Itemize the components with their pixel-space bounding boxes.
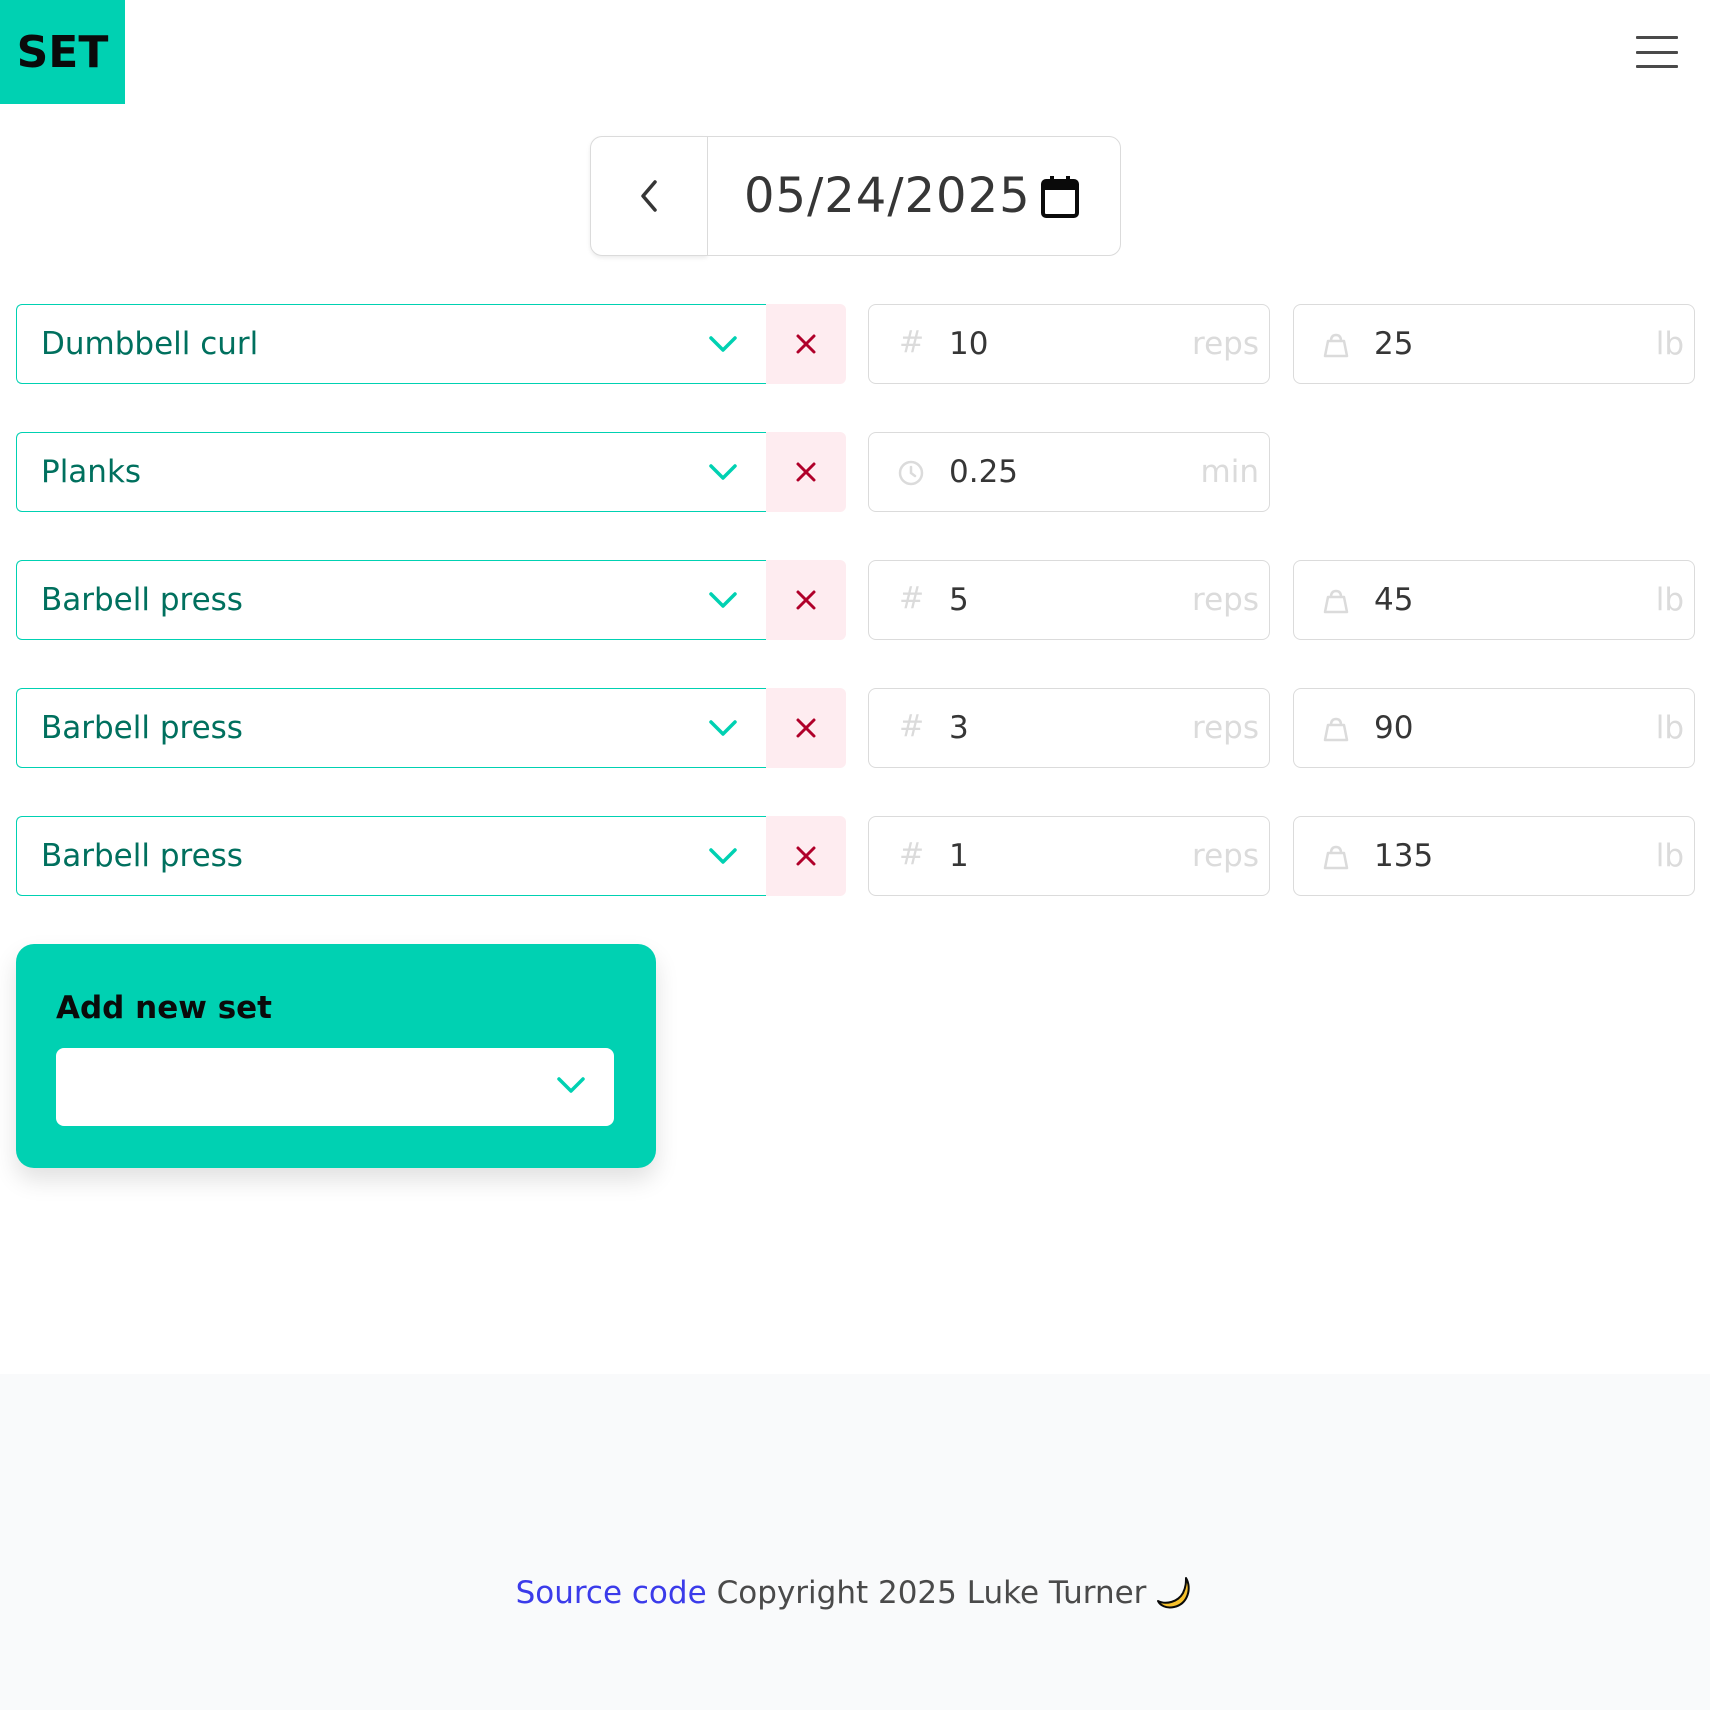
date-input[interactable]: 05/24/2025 (707, 136, 1121, 256)
weight-value: 135 (1374, 838, 1434, 874)
exercise-name: Barbell press (41, 838, 243, 874)
chevron-down-icon (709, 720, 737, 736)
chevron-down-icon (709, 336, 737, 352)
exercise-select[interactable]: Dumbbell curl (16, 304, 766, 384)
brand-logo[interactable]: SET (0, 0, 125, 104)
exercise-select[interactable]: Planks (16, 432, 766, 512)
duration-value: 0.25 (949, 454, 1019, 490)
set-row: Barbell press # 1 reps 135 lb (16, 816, 1696, 896)
exercise-name: Planks (41, 454, 142, 490)
reps-value: 10 (949, 326, 989, 362)
delete-set-button[interactable] (766, 688, 846, 768)
calendar-icon[interactable] (1040, 175, 1080, 219)
weight-value: 90 (1374, 710, 1414, 746)
chevron-down-icon (709, 464, 737, 480)
close-icon (796, 590, 816, 610)
reps-input[interactable]: # 3 reps (868, 688, 1270, 768)
previous-day-button[interactable] (590, 136, 707, 256)
reps-value: 5 (949, 582, 969, 618)
weight-icon (1323, 845, 1349, 870)
weight-icon (1323, 333, 1349, 358)
weight-input[interactable]: 45 lb (1293, 560, 1695, 640)
weight-input[interactable]: 25 lb (1293, 304, 1695, 384)
weight-input[interactable]: 135 lb (1293, 816, 1695, 896)
weight-icon (1323, 717, 1349, 742)
set-row: Dumbbell curl # 10 reps 25 lb (16, 304, 1696, 384)
weight-value: 25 (1374, 326, 1414, 362)
duration-input[interactable]: 0.25 min (868, 432, 1270, 512)
footer: Source code Copyright 2025 Luke Turner (0, 1374, 1710, 1710)
date-value: 05/24/2025 (744, 168, 1031, 224)
reps-unit: reps (1192, 710, 1259, 746)
reps-value: 1 (949, 838, 969, 874)
hash-icon: # (899, 709, 925, 744)
weight-value: 45 (1374, 582, 1414, 618)
reps-unit: reps (1192, 582, 1259, 618)
close-icon (796, 718, 816, 738)
clock-icon (898, 460, 924, 486)
weight-unit: lb (1655, 326, 1684, 362)
hash-icon: # (899, 325, 925, 360)
chevron-down-icon (709, 592, 737, 608)
chevron-down-icon (709, 848, 737, 864)
source-code-link[interactable]: Source code (516, 1575, 707, 1611)
moon-icon[interactable] (1156, 1574, 1194, 1612)
chevron-left-icon (641, 180, 657, 212)
delete-set-button[interactable] (766, 560, 846, 640)
exercise-name: Barbell press (41, 710, 243, 746)
hash-icon: # (899, 837, 925, 872)
reps-unit: reps (1192, 838, 1259, 874)
add-new-set-card: Add new set (16, 944, 656, 1168)
close-icon (796, 462, 816, 482)
weight-icon (1323, 589, 1349, 614)
set-row: Barbell press # 3 reps 90 lb (16, 688, 1696, 768)
copyright-text: Copyright 2025 Luke Turner (716, 1575, 1147, 1611)
weight-unit: lb (1655, 710, 1684, 746)
exercise-select[interactable]: Barbell press (16, 688, 766, 768)
weight-unit: lb (1655, 838, 1684, 874)
delete-set-button[interactable] (766, 432, 846, 512)
close-icon (796, 334, 816, 354)
exercise-select[interactable]: Barbell press (16, 816, 766, 896)
weight-input[interactable]: 90 lb (1293, 688, 1695, 768)
hash-icon: # (899, 581, 925, 616)
delete-set-button[interactable] (766, 816, 846, 896)
reps-input[interactable]: # 1 reps (868, 816, 1270, 896)
exercise-select[interactable]: Barbell press (16, 560, 766, 640)
exercise-name: Barbell press (41, 582, 243, 618)
set-row: Barbell press # 5 reps 45 lb (16, 560, 1696, 640)
add-new-set-title: Add new set (56, 990, 272, 1026)
hamburger-icon[interactable] (1636, 36, 1678, 68)
navbar: SET (0, 0, 1710, 104)
chevron-down-icon (557, 1077, 585, 1093)
delete-set-button[interactable] (766, 304, 846, 384)
reps-unit: reps (1192, 326, 1259, 362)
date-navigator: 05/24/2025 (590, 136, 1121, 256)
reps-input[interactable]: # 5 reps (868, 560, 1270, 640)
new-set-exercise-select[interactable] (56, 1048, 614, 1126)
duration-unit: min (1200, 454, 1259, 490)
reps-value: 3 (949, 710, 969, 746)
weight-unit: lb (1655, 582, 1684, 618)
reps-input[interactable]: # 10 reps (868, 304, 1270, 384)
footer-line: Source code Copyright 2025 Luke Turner (516, 1476, 1195, 1710)
set-row: Planks 0.25 min (16, 432, 1696, 512)
exercise-name: Dumbbell curl (41, 326, 259, 362)
close-icon (796, 846, 816, 866)
